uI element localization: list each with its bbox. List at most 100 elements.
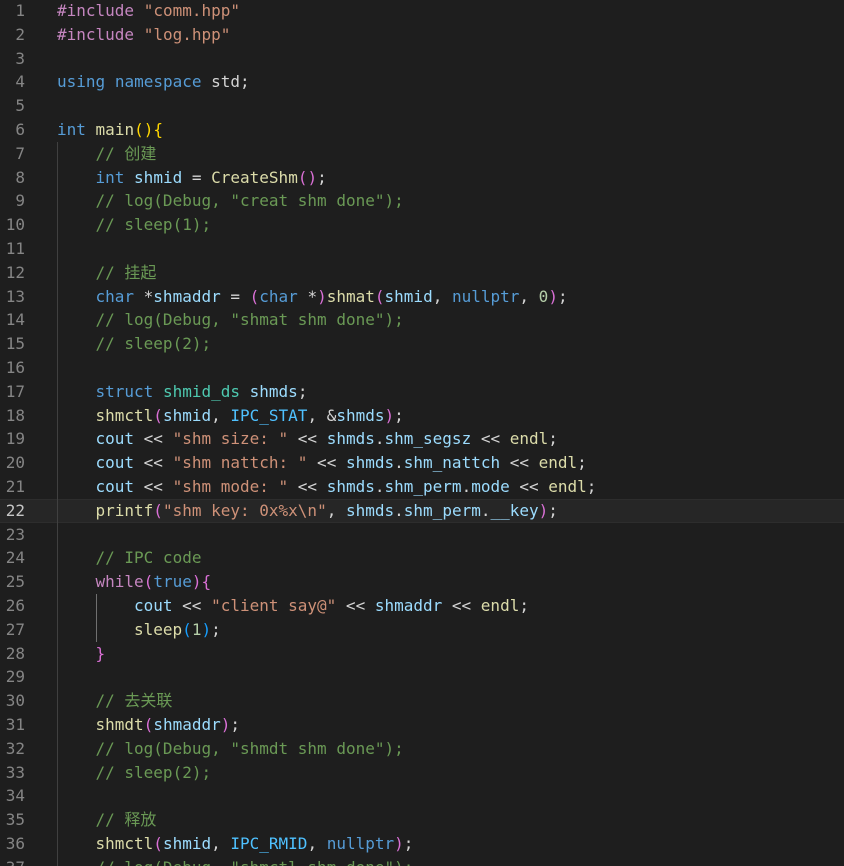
- code-line[interactable]: 26 cout << "client say@" << shmaddr << en…: [0, 594, 844, 618]
- code-token: (: [249, 286, 260, 306]
- code-token: while: [95, 572, 144, 592]
- code-token: }: [95, 643, 106, 663]
- code-token: // sleep(2);: [95, 334, 212, 354]
- code-line[interactable]: 25 while(true){: [0, 570, 844, 594]
- code-line[interactable]: 10 // sleep(1);: [0, 213, 844, 237]
- indent-guide: [57, 141, 58, 166]
- indent-guide: [57, 855, 58, 866]
- code-token: // 释放: [95, 810, 157, 830]
- code-line[interactable]: 37 // log(Debug, "shmctl shm done");: [0, 855, 844, 866]
- code-line[interactable]: 28}: [0, 641, 844, 666]
- code-token: shmaddr: [374, 596, 443, 615]
- line-number: 20: [5, 453, 25, 473]
- code-text: struct shmid_ds shmds;: [96, 380, 308, 404]
- code-token: ,: [211, 834, 231, 853]
- code-token: .: [394, 500, 404, 520]
- code-line[interactable]: 19 cout << "shm size: " << shmds.shm_segs…: [0, 427, 844, 452]
- code-line[interactable]: 14 // log(Debug, "shmat shm done");: [0, 308, 844, 333]
- code-token: ,: [211, 405, 231, 425]
- line-number: 24: [5, 548, 25, 568]
- code-token: ): [201, 619, 212, 639]
- code-token: "shm key: 0x%x\n": [162, 500, 327, 520]
- code-line[interactable]: 16: [0, 356, 844, 380]
- code-text: // sleep(2);: [96, 761, 212, 785]
- code-token: cout: [95, 453, 135, 473]
- code-token: shmctl: [95, 405, 154, 425]
- code-line[interactable]: 6 int main(){: [0, 118, 844, 142]
- code-text: // log(Debug, "shmctl shm done");: [96, 856, 414, 866]
- code-line[interactable]: 29: [0, 665, 844, 690]
- code-line[interactable]: 1 #include "comm.hpp": [0, 0, 844, 23]
- code-token: CreateShm: [211, 167, 298, 187]
- indent-guide: [57, 594, 58, 618]
- code-text: printf("shm key: 0x%x\n", shmds.shm_perm…: [96, 499, 558, 523]
- code-line[interactable]: 4 using namespace std;: [0, 70, 844, 94]
- line-number: 17: [5, 381, 25, 401]
- code-line[interactable]: 20 cout << "shm nattch: " << shmds.shm_na…: [0, 451, 844, 475]
- indent-guide: [57, 689, 58, 713]
- code-text: // 创建: [96, 142, 157, 166]
- line-number: 10: [5, 215, 25, 235]
- code-line[interactable]: 33 // sleep(2);: [0, 760, 844, 785]
- line-number: 19: [5, 429, 25, 449]
- code-token: sleep: [134, 619, 183, 639]
- code-editor[interactable]: 1 #include "comm.hpp" 2 #include "log.hpp" 3…: [0, 0, 844, 866]
- code-line[interactable]: 35 // 释放: [0, 808, 844, 832]
- code-line[interactable]: 22 printf("shm key: 0x%x\n", shmds.shm_pe…: [0, 498, 844, 523]
- code-line[interactable]: 34: [0, 784, 844, 809]
- code-line[interactable]: 12 // 挂起: [0, 260, 844, 285]
- line-number: 7: [15, 143, 25, 163]
- indent-guide: [57, 808, 58, 832]
- code-line[interactable]: 15 // sleep(2);: [0, 332, 844, 356]
- code-token: // 去关联: [95, 691, 173, 711]
- code-token: shmat: [326, 286, 375, 306]
- code-line[interactable]: 31 shmdt(shmaddr);: [0, 713, 844, 737]
- indent-guide: [57, 308, 58, 333]
- line-number: 28: [5, 643, 25, 663]
- code-token: shmid_ds: [162, 381, 240, 401]
- line-number: 15: [5, 334, 25, 354]
- code-line[interactable]: 9 // log(Debug, "creat shm done");: [0, 189, 844, 214]
- indent-guide: [57, 736, 58, 761]
- code-line[interactable]: 2 #include "log.hpp": [0, 23, 844, 47]
- code-token: shmaddr: [153, 286, 221, 306]
- code-line[interactable]: 27 sleep(1);: [0, 617, 844, 642]
- code-token: cout: [134, 596, 173, 615]
- code-line[interactable]: 21 cout << "shm mode: " << shmds.shm_perm…: [0, 475, 844, 499]
- code-token: =: [182, 167, 212, 187]
- code-line[interactable]: 11: [0, 237, 844, 261]
- code-token: ): [548, 286, 558, 306]
- line-number: 31: [5, 715, 25, 734]
- code-text: cout << "shm mode: " << shmds.shm_perm.m…: [96, 475, 597, 499]
- code-token: // sleep(2);: [95, 762, 212, 782]
- code-line[interactable]: 18 shmctl(shmid, IPC_STAT, &shmds);: [0, 403, 844, 428]
- code-line[interactable]: 17 struct shmid_ds shmds;: [0, 379, 844, 404]
- indent-guide: [57, 784, 58, 809]
- code-token: // sleep(1);: [95, 215, 212, 235]
- line-number: 13: [5, 286, 25, 306]
- code-token: ): [220, 715, 231, 734]
- code-text: shmctl(shmid, IPC_RMID, nullptr);: [96, 832, 414, 856]
- indent-guide: [57, 570, 58, 594]
- code-token: nullptr: [451, 286, 520, 306]
- code-token: IPC_STAT: [230, 405, 308, 425]
- code-token: ;: [586, 477, 597, 496]
- code-line[interactable]: 5: [0, 94, 844, 118]
- code-line[interactable]: 30 // 去关联: [0, 689, 844, 713]
- code-token: (: [143, 715, 154, 734]
- indent-guide: [57, 546, 58, 571]
- code-line[interactable]: 7 // 创建: [0, 141, 844, 166]
- code-token: #include: [57, 1, 144, 20]
- code-line[interactable]: 36 shmctl(shmid, IPC_RMID, nullptr);: [0, 832, 844, 856]
- indent-guide: [57, 522, 58, 547]
- line-number: 12: [5, 262, 25, 282]
- line-number: 22: [5, 500, 25, 520]
- code-line[interactable]: 3: [0, 47, 844, 71]
- code-line[interactable]: 8 int shmid = CreateShm();: [0, 165, 844, 190]
- line-number: 37: [0, 856, 25, 866]
- code-line[interactable]: 24 // IPC code: [0, 546, 844, 571]
- code-line[interactable]: 13 char *shmaddr = (char *)shmat(shmid, n…: [0, 284, 844, 309]
- code-line[interactable]: 32 // log(Debug, "shmdt shm done");: [0, 736, 844, 761]
- code-line[interactable]: 23: [0, 522, 844, 547]
